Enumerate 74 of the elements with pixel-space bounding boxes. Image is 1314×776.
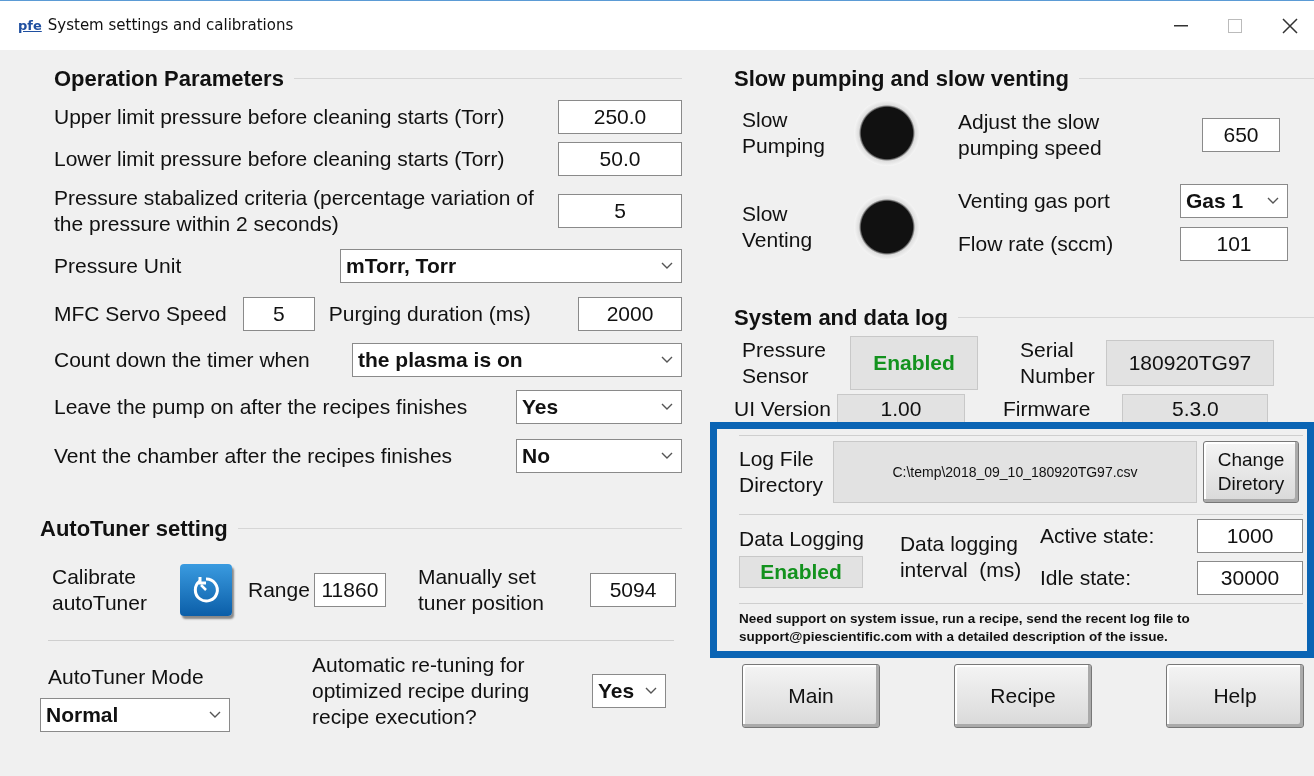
field-label: Flow rate (sccm) — [958, 230, 1114, 257]
input-field[interactable]: 5 — [242, 297, 315, 331]
input-field[interactable]: 5094 — [590, 573, 676, 607]
caret-icon — [661, 356, 673, 364]
change-directory-button[interactable]: Change Diretory — [1203, 441, 1299, 503]
input-field[interactable]: 50.0 — [558, 142, 682, 176]
field-label: Lower limit pressure before cleaning starts (Torr) — [54, 145, 506, 172]
field-label: Slow Venting — [742, 200, 814, 253]
field-label: AutoTuner Mode — [47, 663, 205, 690]
input-field[interactable]: 250.0 — [558, 100, 682, 134]
group-title: System and data log — [734, 303, 948, 332]
dropdown[interactable]: Yes — [516, 390, 682, 424]
field-label: Automatic re-tuning for optimized recipe during recipe execution? — [312, 651, 531, 731]
nav-button[interactable]: Main — [742, 664, 880, 729]
dropdown[interactable]: mTorr, Torr — [340, 249, 682, 283]
field-label: Adjust the slow pumping speed — [958, 108, 1103, 161]
field-label: Idle state: — [1039, 564, 1131, 591]
dropdown[interactable]: Normal — [40, 698, 230, 733]
version-display: 5.3.0 — [1122, 394, 1269, 422]
input-field[interactable]: 650 — [1202, 118, 1280, 152]
input-field[interactable]: 1000 — [1197, 519, 1303, 553]
input-field[interactable]: 11860 — [313, 573, 386, 607]
field-label: Firmware — [1002, 395, 1091, 422]
input-field[interactable]: 30000 — [1197, 561, 1303, 595]
version-display: 1.00 — [836, 394, 965, 422]
caret-icon — [209, 711, 221, 720]
dropdown[interactable]: Gas 1 — [1180, 184, 1288, 218]
field-label: Serial Number — [1020, 336, 1096, 389]
field-label: Range — [248, 576, 310, 603]
field-label: Active state: — [1039, 522, 1155, 549]
serial-display: 180920TG97 — [1106, 340, 1274, 386]
caret-icon — [661, 403, 673, 411]
status-display: Enabled — [850, 336, 978, 390]
minimize-icon[interactable] — [1174, 24, 1188, 27]
field-label: Slow Pumping — [742, 106, 826, 159]
field-label: Venting gas port — [958, 187, 1110, 214]
group-title: AutoTuner setting — [40, 514, 228, 543]
nav-button[interactable]: Recipe — [954, 664, 1092, 729]
dropdown[interactable]: Yes — [592, 674, 666, 708]
caret-icon — [661, 452, 673, 460]
close-icon[interactable] — [1282, 17, 1298, 34]
status-display: Enabled — [739, 556, 863, 589]
field-label: Leave the pump on after the recipes finishes — [54, 393, 468, 420]
field-label: Pressure stabalized criteria (percentage variation of the pressure within 2 seconds) — [54, 184, 535, 237]
field-label: Count down the timer when — [54, 346, 310, 373]
group-title: Operation Parameters — [54, 64, 284, 93]
calibrate-button[interactable] — [180, 564, 232, 616]
field-label: Vent the chamber after the recipes finishes — [54, 442, 453, 469]
field-label: UI Version — [734, 395, 831, 422]
dropdown[interactable]: the plasma is on — [352, 343, 682, 377]
app-logo: pfe — [18, 16, 42, 35]
dropdown[interactable]: No — [516, 439, 682, 473]
caret-icon — [661, 262, 673, 270]
window-title: System settings and calibrations — [47, 15, 294, 37]
refresh-icon — [191, 575, 221, 605]
field-label: Pressure Unit — [54, 252, 182, 279]
path-display: C:\temp\2018_09_10_180920TG97.csv — [833, 441, 1197, 503]
input-field[interactable]: 5 — [558, 194, 682, 228]
field-label: MFC Servo Speed — [54, 300, 227, 327]
field-label: Data Logging — [739, 525, 864, 552]
field-label: Data logging interval (ms) — [899, 530, 1023, 583]
caret-icon — [645, 687, 657, 695]
field-label: Manually set tuner position — [417, 563, 545, 616]
field-label: Log File Directory — [739, 445, 824, 498]
nav-button[interactable]: Help — [1166, 664, 1304, 729]
input-field[interactable]: 101 — [1180, 227, 1288, 261]
input-field[interactable]: 2000 — [578, 297, 682, 331]
group-title: Slow pumping and slow venting — [734, 64, 1069, 93]
field-label: Pressure Sensor — [742, 336, 828, 389]
field-label: Calibrate autoTuner — [52, 563, 148, 616]
field-label: Purging duration (ms) — [328, 300, 531, 327]
field-label: Upper limit pressure before cleaning starts (Torr) — [54, 103, 506, 130]
support-note: Need support on system issue, run a recipe, send the recent log file to support@piescientific.com with a detailed description of the issue. — [739, 610, 1191, 646]
caret-icon — [1267, 197, 1279, 205]
